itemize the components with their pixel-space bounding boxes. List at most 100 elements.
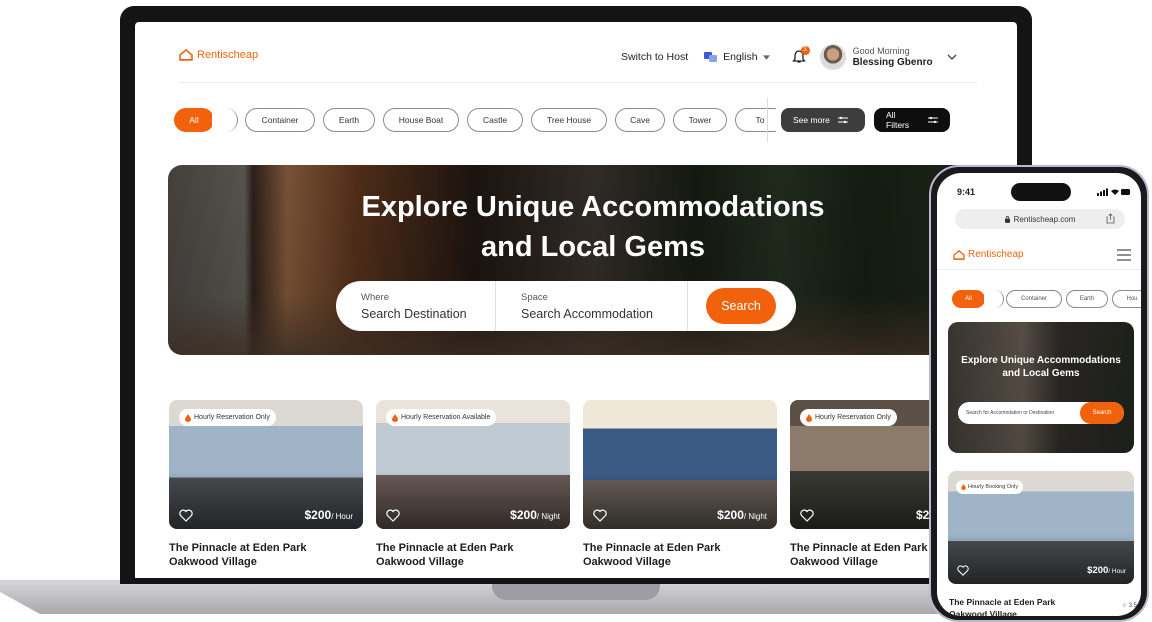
listing-photo[interactable]: Hourly Reservation Available $200/ Night <box>376 400 570 529</box>
listing-price: $200/ Night <box>717 508 767 522</box>
category-chip-cave[interactable]: Cave <box>615 108 665 132</box>
mobile-listing-photo[interactable]: Hourly Booking Only $200/ Hour <box>948 471 1134 584</box>
listing-photo[interactable]: Hourly Reservation Only $200/ Hour <box>169 400 363 529</box>
listing-photo[interactable]: $200/ Night <box>583 400 777 529</box>
flame-icon <box>806 413 812 422</box>
price-unit: / Night <box>743 512 767 521</box>
browser-url: Rentischeap.com <box>1013 214 1076 224</box>
mobile-chip-more[interactable]: Hou <box>1112 290 1141 308</box>
see-more-button[interactable]: See more <box>781 108 865 132</box>
mobile-listing-badge: Hourly Booking Only <box>956 480 1024 494</box>
mobile-chip-all[interactable]: All <box>952 290 985 308</box>
price-value: $200 <box>717 508 744 522</box>
hamburger-menu-icon[interactable] <box>1117 249 1131 261</box>
listing-badge: Hourly Reservation Only <box>800 409 897 426</box>
avatar[interactable] <box>819 44 846 70</box>
mobile-listing-name-line2: Oakwood Village <box>949 609 1017 616</box>
mobile-search-bar[interactable]: Search for Accomodation or Destination S… <box>958 402 1124 424</box>
where-input[interactable]: Search Destination <box>361 307 495 321</box>
listing-card[interactable]: Hourly Reservation Available $200/ Night… <box>376 400 570 569</box>
all-filters-button[interactable]: All Filters <box>874 108 950 132</box>
listing-card[interactable]: Hourly Reservation Only $200/ Hour The P… <box>169 400 363 569</box>
brand-name: Rentischeap <box>197 49 259 61</box>
heart-icon[interactable] <box>593 509 607 522</box>
listing-name-line1: The Pinnacle at Eden Park <box>376 542 514 554</box>
brand-logo[interactable]: Rentischeap <box>179 49 258 61</box>
notifications-button[interactable]: 3 <box>791 46 810 64</box>
price-value: $200 <box>304 508 332 522</box>
mobile-brand-logo[interactable]: Rentischeap <box>953 249 1024 260</box>
mobile-price-unit: / Hour <box>1108 568 1126 575</box>
user-name: Blessing Gbenro <box>852 57 933 68</box>
mobile-search-input[interactable]: Search for Accomodation or Destination <box>966 410 1054 416</box>
mobile-page: 9:41 Rentischeap.com Rentischeap All Con… <box>937 173 1141 616</box>
house-icon <box>953 249 965 260</box>
space-input[interactable]: Search Accommodation <box>521 307 687 321</box>
category-chip-hidden[interactable] <box>212 108 238 132</box>
listing-name-line2: Oakwood Village <box>376 556 464 568</box>
category-chip-tower[interactable]: Tower <box>673 108 727 132</box>
mobile-badge-text: Hourly Booking Only <box>968 484 1019 490</box>
translate-icon <box>704 51 718 62</box>
desktop-page: Rentischeap Switch to Host English 3 Goo… <box>135 22 1017 578</box>
hero-title: Explore Unique Accommodations and Local … <box>168 187 1017 267</box>
category-chip-more[interactable]: To <box>735 108 776 132</box>
price-unit: / Night <box>536 512 560 521</box>
mobile-chip-hidden[interactable] <box>984 290 1004 308</box>
chip-divider <box>767 98 768 142</box>
mobile-chip-container[interactable]: Container <box>1006 290 1062 308</box>
share-icon[interactable] <box>1106 213 1115 224</box>
listing-badge-text: Hourly Reservation Only <box>194 414 270 421</box>
listing-price: $200/ Night <box>510 508 560 522</box>
where-label: Where <box>361 291 389 303</box>
category-chip-earth[interactable]: Earth <box>323 108 375 132</box>
heart-icon[interactable] <box>386 509 400 522</box>
all-filters-label: All Filters <box>886 110 910 130</box>
category-chip-tree-house[interactable]: Tree House <box>531 108 607 132</box>
listing-name-line1: The Pinnacle at Eden Park <box>169 542 307 554</box>
mobile-listing-name-line1: The Pinnacle at Eden Park <box>949 597 1056 607</box>
mobile-chip-earth[interactable]: Earth <box>1066 290 1108 308</box>
category-chip-all[interactable]: All <box>174 108 214 132</box>
category-chip-house-boat[interactable]: House Boat <box>383 108 459 132</box>
profile-chevron-icon[interactable] <box>947 54 957 60</box>
language-label: English <box>723 51 758 63</box>
space-field[interactable]: Space Search Accommodation <box>496 281 688 331</box>
price-value: $2 <box>916 508 930 522</box>
space-label: Space <box>521 291 548 303</box>
listing-name[interactable]: The Pinnacle at Eden Park Oakwood Villag… <box>583 541 777 569</box>
listing-badge: Hourly Reservation Only <box>179 409 276 426</box>
listing-badge-text: Hourly Reservation Only <box>815 414 891 421</box>
user-greeting: Good Morning Blessing Gbenro <box>853 45 933 69</box>
status-icons <box>1097 188 1130 196</box>
heart-icon[interactable] <box>179 509 193 522</box>
search-button[interactable]: Search <box>706 288 776 324</box>
heart-icon[interactable] <box>800 509 814 522</box>
listing-card[interactable]: $200/ Night The Pinnacle at Eden Park Oa… <box>583 400 777 569</box>
where-field[interactable]: Where Search Destination <box>336 281 496 331</box>
header-actions: Switch to Host English 3 Good Morning Bl… <box>621 44 957 70</box>
mobile-header-divider <box>937 269 1141 270</box>
heart-icon[interactable] <box>957 565 969 576</box>
house-icon <box>179 49 193 61</box>
browser-url-bar[interactable]: Rentischeap.com <box>955 209 1125 229</box>
mobile-search-button[interactable]: Search <box>1080 402 1124 424</box>
hero-banner: Explore Unique Accommodations and Local … <box>168 165 1017 355</box>
price-unit: / Hour <box>331 512 353 521</box>
mobile-listing-name[interactable]: The Pinnacle at Eden Park Oakwood Villag… <box>949 596 1099 616</box>
mobile-hero-line2: and Local Gems <box>1002 368 1080 379</box>
listing-name-line2: Oakwood Village <box>583 556 671 568</box>
listing-name[interactable]: The Pinnacle at Eden Park Oakwood Villag… <box>169 541 363 569</box>
category-chip-castle[interactable]: Castle <box>467 108 523 132</box>
listing-name[interactable]: The Pinnacle at Eden Park Oakwood Villag… <box>376 541 570 569</box>
listing-price: $200/ Hour <box>305 508 354 522</box>
dynamic-island <box>1011 183 1071 201</box>
category-chip-container[interactable]: Container <box>245 108 315 132</box>
mobile-price-value: $200 <box>1087 565 1109 576</box>
switch-to-host-link[interactable]: Switch to Host <box>621 51 688 63</box>
mobile-hero-banner: Explore Unique Accommodations and Local … <box>948 322 1134 453</box>
hero-title-line1: Explore Unique Accommodations <box>361 191 825 223</box>
flame-icon <box>185 413 191 422</box>
category-filter-row: All Container Earth House Boat Castle Tr… <box>174 108 776 132</box>
language-selector[interactable]: English <box>704 51 770 63</box>
